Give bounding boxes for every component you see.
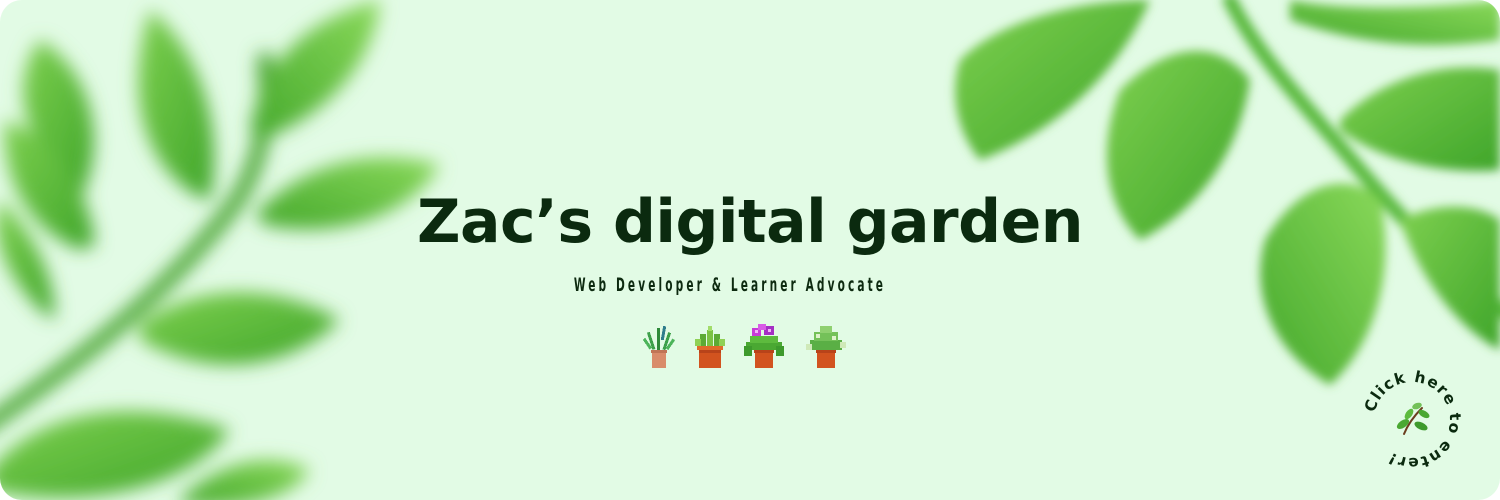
sprig-icon	[1396, 402, 1430, 435]
potted-fern-icon	[806, 326, 846, 368]
hero: Zac’s digital garden Web Developer & Lea…	[0, 0, 1500, 500]
potted-succulent-icon	[695, 326, 725, 368]
page-subtitle: Web Developer & Learner Advocate	[573, 274, 887, 296]
banner: Zac’s digital garden Web Developer & Lea…	[0, 0, 1500, 500]
page-title: Zac’s digital garden	[417, 187, 1084, 257]
potted-grass-plant-icon	[642, 325, 676, 368]
enter-badge: Click here to enter!	[1361, 368, 1463, 472]
potted-flowering-plant-icon	[744, 324, 784, 368]
enter-button[interactable]: Click here to enter!	[1360, 368, 1464, 472]
plant-icons-row	[638, 322, 852, 372]
